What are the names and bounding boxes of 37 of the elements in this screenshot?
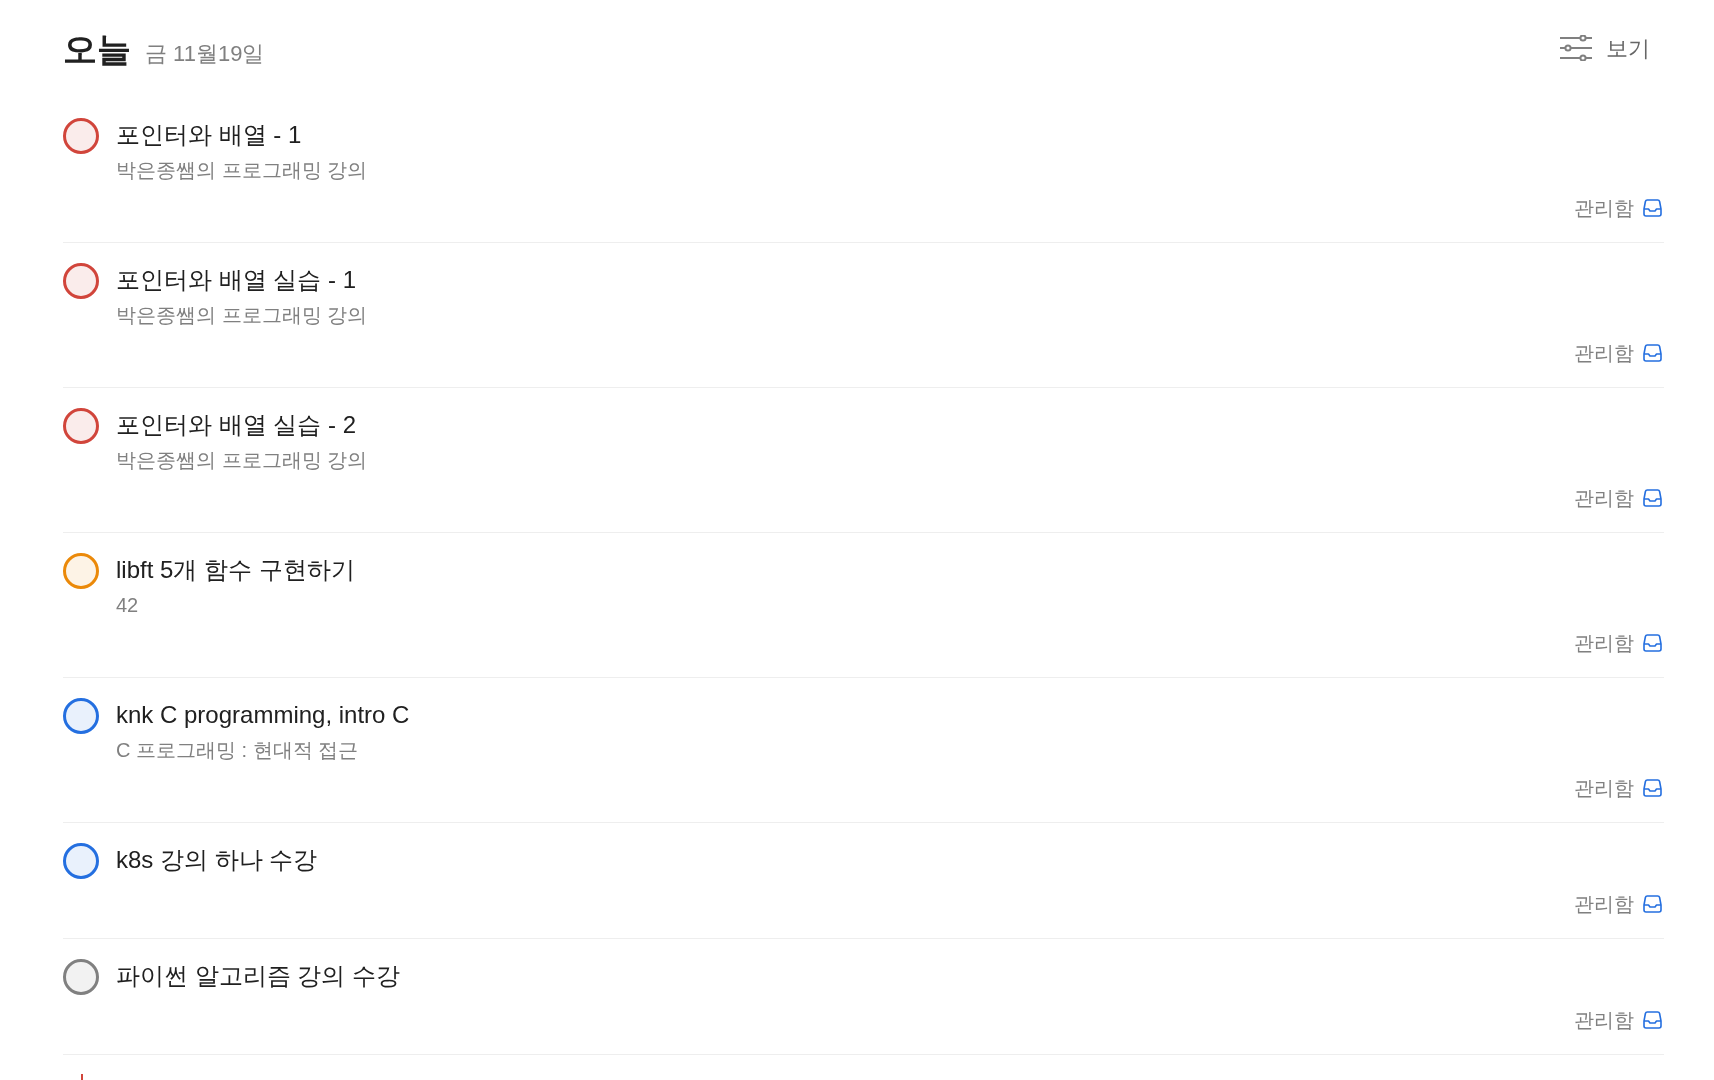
task-title: libft 5개 함수 구현하기 <box>116 555 355 585</box>
inbox-icon <box>1643 199 1662 217</box>
task-checkbox[interactable] <box>63 959 99 995</box>
inbox-icon <box>1643 895 1662 913</box>
inbox-icon <box>1643 344 1662 362</box>
task-description: 박은종쌤의 프로그래밍 강의 <box>116 303 368 328</box>
task-title: 포인터와 배열 실습 - 1 <box>116 265 357 295</box>
task-checkbox[interactable] <box>63 263 99 299</box>
task-title: k8s 강의 하나 수강 <box>116 845 318 875</box>
task-checkbox[interactable] <box>63 118 99 154</box>
task-description: 42 <box>116 593 140 618</box>
task-description: 박은종쌤의 프로그래밍 강의 <box>116 448 368 473</box>
date-label: 금 11월19일 <box>145 40 265 68</box>
view-button[interactable]: 보기 <box>1558 26 1652 70</box>
project-link[interactable]: 관리함 <box>1574 338 1662 368</box>
page-title: 오늘 <box>63 29 131 70</box>
project-link[interactable]: 관리함 <box>1574 483 1662 513</box>
inbox-icon <box>1643 489 1662 507</box>
task-checkbox[interactable] <box>63 408 99 444</box>
inbox-icon <box>1643 1011 1662 1029</box>
task-checkbox[interactable] <box>63 843 99 879</box>
project-link[interactable]: 관리함 <box>1574 628 1662 658</box>
inbox-icon <box>1643 779 1662 797</box>
task-title: knk C programming, intro C <box>116 700 410 730</box>
project-link[interactable]: 관리함 <box>1574 193 1662 223</box>
task-checkbox[interactable] <box>63 553 99 589</box>
project-link[interactable]: 관리함 <box>1574 1005 1662 1035</box>
task-description: C 프로그래밍 : 현대적 접근 <box>116 738 360 763</box>
project-link[interactable]: 관리함 <box>1574 773 1662 803</box>
task-title: 포인터와 배열 - 1 <box>116 120 303 150</box>
sliders-icon <box>1560 35 1592 61</box>
task-checkbox[interactable] <box>63 698 99 734</box>
inbox-icon <box>1643 634 1662 652</box>
task-description: 박은종쌤의 프로그래밍 강의 <box>116 158 368 183</box>
project-link[interactable]: 관리함 <box>1574 889 1662 919</box>
task-title: 파이썬 알고리즘 강의 수강 <box>116 961 400 991</box>
task-title: 포인터와 배열 실습 - 2 <box>116 410 357 440</box>
